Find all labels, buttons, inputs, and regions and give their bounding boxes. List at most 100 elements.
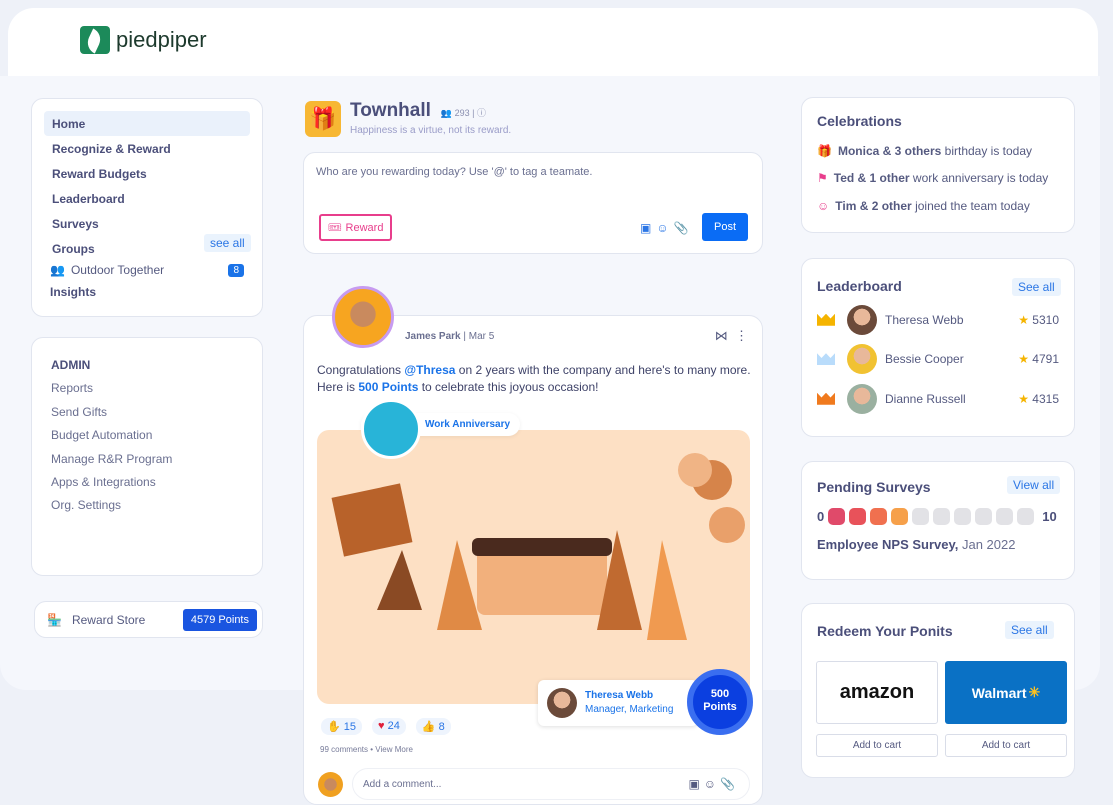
post-button[interactable]: Post	[702, 213, 748, 241]
nps-scale-dot[interactable]	[912, 508, 930, 525]
survey-name[interactable]: Employee NPS Survey, Jan 2022	[817, 537, 1059, 552]
nps-scale-dot[interactable]	[828, 508, 846, 525]
reward-label: Reward	[345, 221, 384, 234]
nav-insights[interactable]: Insights	[44, 279, 250, 304]
points-award-badge: 500 Points	[687, 669, 753, 735]
comment-input[interactable]: Add a comment... ▣☺📎	[352, 768, 750, 800]
leaderboard-row[interactable]: Bessie Cooper ★ 4791	[817, 340, 1059, 380]
nps-scale-dot[interactable]	[975, 508, 993, 525]
emoji-icon[interactable]: ☺	[656, 221, 668, 235]
channel-subtitle: Happiness is a virtue, not its reward.	[350, 125, 512, 136]
walmart-add-to-cart[interactable]: Add to cart	[945, 734, 1067, 757]
member-count[interactable]: 👥 293 | ⓘ	[441, 106, 486, 119]
amazon-logo: amazon	[839, 681, 915, 703]
nav-surveys[interactable]: Surveys	[44, 211, 250, 236]
comment-count: 99 comments	[320, 745, 369, 754]
townhall-gift-icon: 🎁	[305, 101, 341, 137]
admin-send-gifts[interactable]: Send Gifts	[51, 405, 243, 428]
amazon-card[interactable]: amazon	[816, 661, 938, 724]
author-name[interactable]: James Park	[405, 331, 461, 342]
post-meta: James Park | Mar 5	[405, 331, 495, 342]
comments-info: 99 comments • View More	[320, 745, 413, 754]
nps-scale[interactable]: 0 10	[817, 508, 1059, 525]
leaderboard-row[interactable]: Theresa Webb ★ 5310	[817, 300, 1059, 340]
redeem-card: Redeem Your Ponits See all amazon Walmar…	[801, 603, 1075, 778]
attach-icon[interactable]: 📎	[674, 221, 689, 235]
share-icon[interactable]: ⋈	[715, 328, 728, 343]
logo-icon	[80, 26, 110, 54]
nps-scale-dot[interactable]	[933, 508, 951, 525]
amazon-add-to-cart[interactable]: Add to cart	[816, 734, 938, 757]
celebration-joined[interactable]: ☺ Tim & 2 other joined the team today	[817, 192, 1059, 220]
composer-input[interactable]: Who are you rewarding today? Use '@' to …	[316, 166, 592, 178]
recipient-name: Theresa Webb	[585, 690, 654, 701]
composer-tools: ▣ ☺ 📎	[640, 221, 689, 235]
more-icon[interactable]: ⋮	[735, 328, 748, 343]
avatar	[847, 383, 877, 414]
admin-org-settings[interactable]: Org. Settings	[51, 498, 243, 521]
recipient-card[interactable]: Theresa Webb Manager, Marketing	[538, 680, 698, 726]
comment-tools-icons[interactable]: ▣☺📎	[688, 777, 739, 791]
nav-recognize[interactable]: Recognize & Reward	[44, 136, 250, 161]
channel-title: Townhall	[350, 100, 431, 121]
reaction-thumbs-up[interactable]: 👍 8	[415, 718, 451, 735]
points-link: 500 Points	[358, 380, 419, 394]
logo[interactable]: piedpiper	[80, 26, 207, 54]
surveys-view-all[interactable]: View all	[1007, 476, 1061, 494]
nps-scale-dot[interactable]	[1017, 508, 1035, 525]
party-illustration	[331, 453, 745, 640]
post-text: Congratulations @Thresa on 2 years with …	[317, 363, 751, 394]
badge-label: Work Anniversary	[425, 419, 511, 430]
channel-header: Townhall 👥 293 | ⓘ	[350, 100, 486, 122]
reward-button[interactable]: 🎟 Reward	[319, 214, 392, 241]
walmart-card[interactable]: Walmart ✳	[945, 661, 1067, 724]
author-avatar[interactable]	[332, 286, 394, 348]
redeem-see-all[interactable]: See all	[1005, 621, 1054, 639]
celebrations-title: Celebrations	[817, 113, 902, 129]
gif-icon[interactable]: ▣	[640, 221, 651, 235]
celebration-illustration	[317, 430, 750, 704]
leaderboard-see-all[interactable]: See all	[1012, 278, 1061, 296]
nav-home[interactable]: Home	[44, 111, 250, 136]
reaction-clap[interactable]: ✋ 15	[321, 718, 363, 735]
reaction-heart[interactable]: ♥ 24	[372, 718, 406, 735]
flag-icon: ⚑	[817, 171, 828, 186]
admin-apps[interactable]: Apps & Integrations	[51, 475, 243, 498]
nav-reward-budgets[interactable]: Reward Budgets	[44, 161, 250, 186]
admin-reports[interactable]: Reports	[51, 381, 243, 404]
group-count-badge: 8	[228, 263, 244, 277]
nps-scale-dot[interactable]	[891, 508, 909, 525]
crown-icon	[817, 392, 835, 405]
group-outdoor-together[interactable]: 👥 Outdoor Together 8	[44, 261, 250, 279]
recipient-role: Manager, Marketing	[585, 704, 674, 715]
pending-surveys-card: Pending Surveys View all 0 10 Employee N…	[801, 461, 1075, 580]
admin-budget-automation[interactable]: Budget Automation	[51, 428, 243, 451]
admin-panel: ADMIN Reports Send Gifts Budget Automati…	[31, 337, 263, 576]
member-count-value: 293	[454, 108, 470, 118]
nps-scale-dot[interactable]	[954, 508, 972, 525]
reactions: ✋ 15 ♥ 24 👍 8	[321, 718, 451, 735]
smile-icon: ☺	[817, 198, 830, 213]
points-balance: 4579 Points	[182, 608, 257, 631]
celebration-birthday[interactable]: 🎁 Monica & 3 others birthday is today	[817, 137, 1059, 165]
nav-leaderboard[interactable]: Leaderboard	[44, 186, 250, 211]
nps-scale-dot[interactable]	[849, 508, 867, 525]
avatar	[847, 344, 877, 375]
scale-min: 0	[817, 509, 825, 524]
groups-see-all[interactable]: see all	[204, 234, 251, 252]
sidebar-nav: Home Recognize & Reward Reward Budgets L…	[31, 98, 263, 317]
reward-store[interactable]: 🏪 Reward Store 4579 Points	[34, 601, 263, 638]
store-icon: 🏪	[47, 612, 62, 627]
people-icon: 👥	[50, 263, 65, 277]
admin-manage-rr[interactable]: Manage R&R Program	[51, 452, 243, 475]
group-name: Outdoor Together	[70, 263, 165, 277]
admin-title: ADMIN	[51, 358, 91, 372]
post-actions: ⋈ ⋮	[715, 328, 748, 344]
gift-icon: 🎁	[817, 143, 832, 158]
view-more-link[interactable]: View More	[375, 745, 413, 754]
nps-scale-dot[interactable]	[996, 508, 1014, 525]
nps-scale-dot[interactable]	[870, 508, 888, 525]
mention-link[interactable]: @Thresa	[404, 363, 455, 377]
celebration-anniversary[interactable]: ⚑ Ted & 1 other work anniversary is today	[817, 165, 1059, 193]
leaderboard-row[interactable]: Dianne Russell ★ 4315	[817, 379, 1059, 419]
